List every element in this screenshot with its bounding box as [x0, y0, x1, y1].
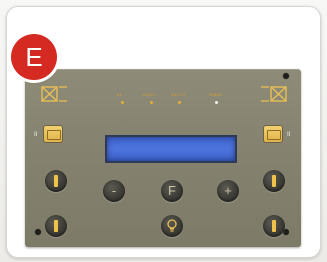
arrow-up-icon [272, 175, 276, 187]
light-button[interactable] [161, 215, 183, 237]
f-button[interactable]: F [161, 180, 183, 202]
plus-button[interactable]: + [217, 180, 239, 202]
led-param [215, 101, 218, 104]
screw-top-right [283, 73, 289, 79]
section-badge: E [11, 34, 57, 80]
key-frame-icon [267, 130, 281, 140]
left-up-button[interactable] [45, 170, 67, 192]
right-down-button[interactable] [263, 215, 285, 237]
label-a1: A1 [117, 93, 123, 97]
led-auto1 [150, 101, 153, 104]
right-up-button[interactable] [263, 170, 285, 192]
led-auto2 [178, 101, 181, 104]
crossed-box-icon-left [41, 86, 67, 102]
yellow-key-left[interactable] [43, 125, 63, 143]
bulb-icon [167, 219, 177, 232]
label-auto1: AUTO I [143, 93, 157, 97]
key-frame-icon [47, 130, 61, 140]
control-panel: A1 AUTO I AUTO 2 PARAM II II - F + [25, 69, 301, 247]
label-param: PARAM [209, 93, 222, 97]
lcd-display [105, 135, 237, 163]
minus-button[interactable]: - [103, 180, 125, 202]
led-a1 [121, 101, 124, 104]
side-label-right: II [287, 131, 291, 138]
image-frame: A1 AUTO I AUTO 2 PARAM II II - F + E [0, 0, 327, 262]
screw-bottom-left [35, 229, 41, 235]
yellow-key-right[interactable] [263, 125, 283, 143]
crossed-box-icon-right [261, 86, 287, 102]
arrow-down-icon [272, 220, 276, 232]
left-down-button[interactable] [45, 215, 67, 237]
side-label-left: II [34, 131, 38, 138]
label-auto2: AUTO 2 [171, 93, 186, 97]
arrow-down-icon [54, 220, 58, 232]
arrow-up-icon [54, 175, 58, 187]
